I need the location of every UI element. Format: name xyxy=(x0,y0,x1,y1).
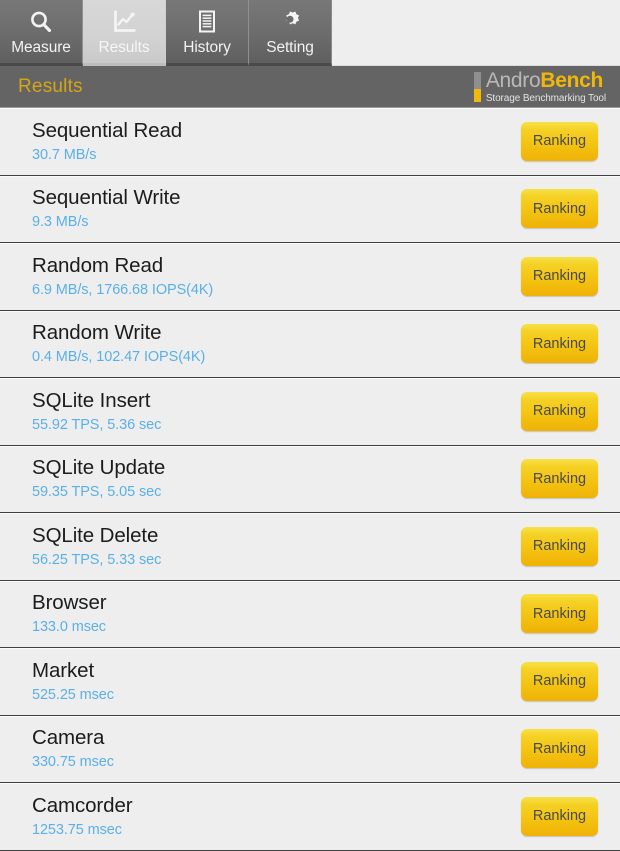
results-list: Sequential Read 30.7 MB/s Ranking Sequen… xyxy=(0,108,620,851)
logo-text: AndroBench Storage Benchmarking Tool xyxy=(486,70,606,104)
logo-word-andro: Andro xyxy=(485,68,541,92)
ranking-button[interactable]: Ranking xyxy=(521,729,598,769)
table-row[interactable]: SQLite Update 59.35 TPS, 5.05 sec Rankin… xyxy=(0,445,620,513)
benchmark-value: 55.92 TPS, 5.36 sec xyxy=(32,416,162,433)
gear-icon xyxy=(277,7,303,37)
logo-tagline: Storage Benchmarking Tool xyxy=(485,92,606,104)
ranking-button[interactable]: Ranking xyxy=(521,324,598,364)
document-lines-icon xyxy=(194,7,220,37)
benchmark-value: 525.25 msec xyxy=(32,686,114,703)
logo-accent-bar xyxy=(473,71,481,102)
ranking-button[interactable]: Ranking xyxy=(521,526,598,566)
table-row[interactable]: SQLite Insert 55.92 TPS, 5.36 sec Rankin… xyxy=(0,378,620,446)
tab-setting-label: Setting xyxy=(266,39,314,56)
tab-measure[interactable]: Measure xyxy=(0,0,83,66)
table-row[interactable]: Sequential Write 9.3 MB/s Ranking xyxy=(0,175,620,243)
row-text: Browser 133.0 msec xyxy=(32,590,107,637)
ranking-button[interactable]: Ranking xyxy=(521,661,598,701)
benchmark-name: Market xyxy=(32,658,95,682)
benchmark-name: SQLite Insert xyxy=(32,388,151,412)
search-icon xyxy=(28,7,54,37)
table-row[interactable]: Camera 330.75 msec Ranking xyxy=(0,715,620,783)
benchmark-value: 0.4 MB/s, 102.47 IOPS(4K) xyxy=(32,349,206,366)
ranking-button[interactable]: Ranking xyxy=(521,256,598,296)
benchmark-value: 56.25 TPS, 5.33 sec xyxy=(32,551,162,568)
benchmark-value: 330.75 msec xyxy=(32,754,114,771)
row-text: SQLite Update 59.35 TPS, 5.05 sec xyxy=(32,455,165,502)
tab-strip: Measure Results History Setting xyxy=(0,0,332,66)
benchmark-name: Camera xyxy=(32,726,105,750)
ranking-button[interactable]: Ranking xyxy=(521,189,598,229)
tab-bar-filler xyxy=(332,0,620,66)
row-text: Sequential Write 9.3 MB/s xyxy=(32,185,181,232)
benchmark-name: Sequential Read xyxy=(32,118,183,142)
benchmark-value: 59.35 TPS, 5.05 sec xyxy=(32,484,162,501)
benchmark-value: 9.3 MB/s xyxy=(32,214,89,231)
table-row[interactable]: Camcorder 1253.75 msec Ranking xyxy=(0,783,620,851)
ranking-button[interactable]: Ranking xyxy=(521,796,598,836)
tab-results[interactable]: Results xyxy=(83,0,166,66)
row-text: SQLite Delete 56.25 TPS, 5.33 sec xyxy=(32,523,161,570)
table-row[interactable]: SQLite Delete 56.25 TPS, 5.33 sec Rankin… xyxy=(0,513,620,581)
tab-history[interactable]: History xyxy=(166,0,249,66)
tab-bar: Measure Results History Setting xyxy=(0,0,620,66)
tab-results-label: Results xyxy=(98,39,150,56)
table-row[interactable]: Browser 133.0 msec Ranking xyxy=(0,580,620,648)
page-title: Results xyxy=(18,75,83,97)
ranking-button[interactable]: Ranking xyxy=(521,594,598,634)
table-row[interactable]: Sequential Read 30.7 MB/s Ranking xyxy=(0,108,620,176)
benchmark-value: 133.0 msec xyxy=(32,619,106,636)
table-row[interactable]: Random Write 0.4 MB/s, 102.47 IOPS(4K) R… xyxy=(0,310,620,378)
logo-wordmark: AndroBench xyxy=(486,70,606,91)
benchmark-name: SQLite Update xyxy=(32,456,166,480)
androbench-logo: AndroBench Storage Benchmarking Tool xyxy=(473,70,612,104)
benchmark-name: Browser xyxy=(32,591,107,615)
benchmark-name: Sequential Write xyxy=(32,186,181,210)
row-text: Market 525.25 msec xyxy=(32,658,114,705)
benchmark-name: Random Write xyxy=(32,321,162,345)
benchmark-value: 30.7 MB/s xyxy=(32,146,97,163)
benchmark-value: 1253.75 msec xyxy=(32,821,122,838)
ranking-button[interactable]: Ranking xyxy=(521,121,598,161)
table-row[interactable]: Market 525.25 msec Ranking xyxy=(0,648,620,716)
benchmark-name: Random Read xyxy=(32,253,164,277)
tab-history-label: History xyxy=(183,39,231,56)
row-text: Camcorder 1253.75 msec xyxy=(32,793,133,840)
logo-word-bench: Bench xyxy=(540,68,604,92)
benchmark-name: SQLite Delete xyxy=(32,523,159,547)
row-text: Random Write 0.4 MB/s, 102.47 IOPS(4K) xyxy=(32,320,205,367)
row-text: Camera 330.75 msec xyxy=(32,725,114,772)
row-text: Sequential Read 30.7 MB/s xyxy=(32,118,182,165)
benchmark-value: 6.9 MB/s, 1766.68 IOPS(4K) xyxy=(32,281,214,298)
page-header: Results AndroBench Storage Benchmarking … xyxy=(0,66,620,108)
ranking-button[interactable]: Ranking xyxy=(521,391,598,431)
tab-measure-label: Measure xyxy=(11,39,71,56)
row-text: Random Read 6.9 MB/s, 1766.68 IOPS(4K) xyxy=(32,253,213,300)
benchmark-name: Camcorder xyxy=(32,793,133,817)
tab-setting[interactable]: Setting xyxy=(249,0,332,66)
ranking-button[interactable]: Ranking xyxy=(521,459,598,499)
table-row[interactable]: Random Read 6.9 MB/s, 1766.68 IOPS(4K) R… xyxy=(0,243,620,311)
chart-line-icon xyxy=(111,7,137,37)
row-text: SQLite Insert 55.92 TPS, 5.36 sec xyxy=(32,388,161,435)
